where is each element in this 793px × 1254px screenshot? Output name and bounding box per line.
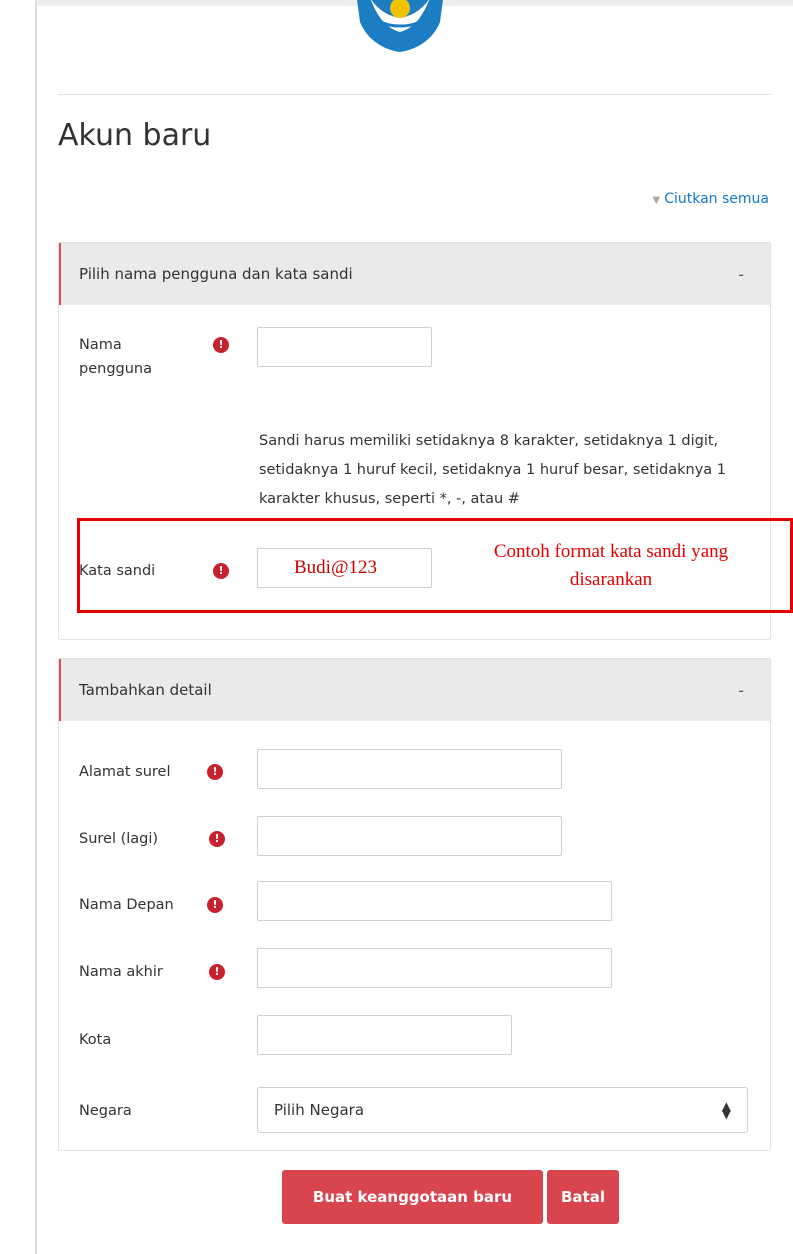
cancel-button[interactable]: Batal <box>547 1170 619 1224</box>
logo-icon <box>357 0 443 52</box>
first-name-label: Nama Depan <box>79 897 174 913</box>
username-input[interactable] <box>257 327 432 367</box>
first-name-input[interactable] <box>257 881 612 921</box>
email-input[interactable] <box>257 749 562 789</box>
annotation-text: Contoh format kata sandi yang disarankan <box>493 541 729 590</box>
country-label: Negara <box>79 1103 132 1119</box>
username-label: Nama pengguna <box>79 337 152 377</box>
section-title: Pilih nama pengguna dan kata sandi <box>79 265 353 283</box>
country-select[interactable]: Pilih Negara ▲ ▼ <box>257 1087 748 1133</box>
required-icon: ! <box>209 964 225 980</box>
city-input[interactable] <box>257 1015 512 1055</box>
collapse-all-link[interactable]: ▼ Ciutkan semua <box>653 191 770 207</box>
section-details: Tambahkan detail - Alamat surel ! Surel … <box>58 658 771 1151</box>
collapse-toggle[interactable]: - <box>738 265 744 284</box>
left-border <box>35 0 37 1254</box>
email-again-label: Surel (lagi) <box>79 831 159 847</box>
country-select-value: Pilih Negara <box>274 1101 365 1119</box>
collapse-toggle[interactable]: - <box>738 681 744 700</box>
required-icon: ! <box>209 831 225 847</box>
section-header[interactable]: Pilih nama pengguna dan kata sandi - <box>59 243 770 305</box>
email-label: Alamat surel <box>79 764 171 780</box>
collapse-all-label: Ciutkan semua <box>664 191 769 207</box>
required-icon: ! <box>207 764 223 780</box>
header-divider <box>58 94 771 95</box>
create-account-button[interactable]: Buat keanggotaan baru <box>282 1170 543 1224</box>
required-icon: ! <box>213 337 229 353</box>
city-label: Kota <box>79 1032 112 1048</box>
section-title: Tambahkan detail <box>79 681 212 699</box>
required-icon: ! <box>207 897 223 913</box>
password-hint: Sandi harus memiliki setidaknya 8 karakt… <box>259 433 727 507</box>
sort-arrows-icon: ▲ ▼ <box>721 1099 731 1121</box>
triangle-down-icon: ▼ <box>652 195 661 206</box>
email-again-input[interactable] <box>257 816 562 856</box>
last-name-label: Nama akhir <box>79 964 163 980</box>
last-name-input[interactable] <box>257 948 612 988</box>
page-title: Akun baru <box>58 118 212 153</box>
section-header[interactable]: Tambahkan detail - <box>59 659 770 721</box>
